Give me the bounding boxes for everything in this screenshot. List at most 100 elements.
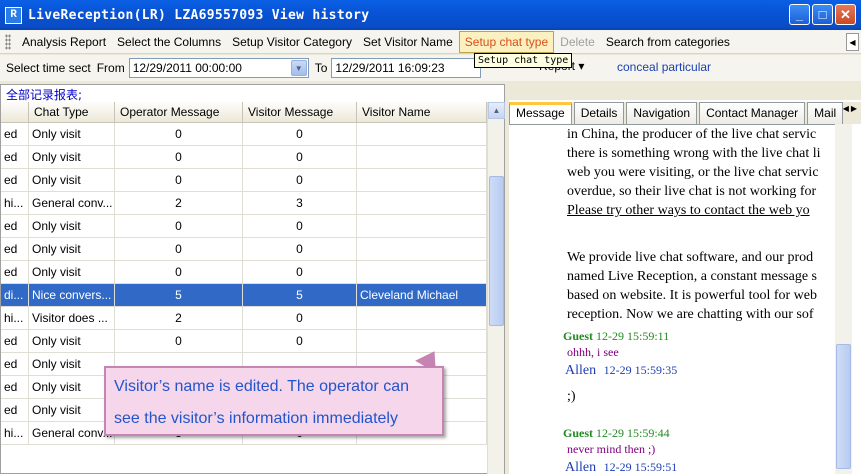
- to-label: To: [314, 61, 328, 75]
- table-cell: [357, 238, 487, 260]
- message-line: there is something wrong with the live c…: [567, 146, 821, 161]
- from-date-value: 12/29/2011 00:00:00: [132, 61, 242, 75]
- table-cell: General conv...: [29, 422, 115, 444]
- tab-details[interactable]: Details: [573, 102, 625, 124]
- table-cell: 0: [243, 330, 357, 352]
- select-time-label: Select time sect: [6, 61, 91, 75]
- table-cell: [357, 169, 487, 191]
- table-cell: 0: [243, 169, 357, 191]
- table-row[interactable]: hi... General conv... 2 3: [1, 192, 487, 215]
- table-cell: Only visit: [29, 376, 115, 398]
- column-header-chat-type[interactable]: Chat Type: [29, 102, 115, 122]
- column-header-visitor-name[interactable]: Visitor Name: [357, 102, 487, 122]
- app-icon: R: [5, 6, 22, 24]
- table-row[interactable]: edOnly visit00: [1, 215, 487, 238]
- filter-bar: Select time sect From 12/29/2011 00:00:0…: [0, 55, 861, 81]
- column-header[interactable]: [1, 102, 29, 122]
- table-cell: [357, 123, 487, 145]
- table-cell: ed: [1, 123, 29, 145]
- tab-left-icon[interactable]: ◀: [843, 104, 849, 113]
- table-row[interactable]: edOnly visit00: [1, 330, 487, 353]
- chat-entry-guest: Guest 12-29 15:59:11: [563, 329, 669, 344]
- chat-text: ohhh, i see: [567, 345, 619, 359]
- table-cell: 0: [115, 169, 243, 191]
- table-cell: 0: [243, 261, 357, 283]
- chat-time: 12-29 15:59:11: [596, 329, 670, 343]
- column-header-operator-message[interactable]: Operator Message: [115, 102, 243, 122]
- menu-delete[interactable]: Delete: [555, 32, 600, 52]
- scroll-thumb[interactable]: [836, 344, 851, 469]
- chat-entry-operator: Allen 12-29 15:59:35: [565, 363, 677, 379]
- table-cell: hi...: [1, 422, 29, 444]
- menu-setup-chat-type[interactable]: Setup chat type: [458, 30, 555, 53]
- chat-time: 12-29 15:59:44: [596, 426, 670, 440]
- tab-contact-manager[interactable]: Contact Manager: [699, 102, 806, 124]
- table-cell: Only visit: [29, 353, 115, 375]
- menu-set-visitor-name[interactable]: Set Visitor Name: [358, 32, 458, 52]
- table-cell: 2: [115, 307, 243, 329]
- grid-scrollbar[interactable]: ▲: [487, 102, 505, 474]
- table-cell: ed: [1, 169, 29, 191]
- table-cell: Only visit: [29, 146, 115, 168]
- table-cell: 0: [243, 238, 357, 260]
- table-cell: ed: [1, 399, 29, 421]
- table-row[interactable]: edOnly visit00: [1, 146, 487, 169]
- table-row[interactable]: di... Nice convers... 5 5 Cleveland Michael: [1, 284, 487, 307]
- message-paragraph-2: We provide live chat software, and our p…: [567, 248, 817, 324]
- close-button[interactable]: ✕: [835, 4, 856, 25]
- table-cell: 5: [115, 284, 243, 306]
- table-cell: ed: [1, 146, 29, 168]
- chat-time: 12-29 15:59:51: [603, 460, 678, 474]
- table-row[interactable]: edOnly visit00: [1, 238, 487, 261]
- table-cell: Only visit: [29, 238, 115, 260]
- menu-setup-visitor-category[interactable]: Setup Visitor Category: [227, 32, 357, 52]
- chat-text: never mind then ;): [567, 442, 656, 456]
- to-date-field[interactable]: 12/29/2011 16:09:23: [331, 58, 482, 78]
- window-controls: _ □ ✕: [789, 4, 856, 25]
- table-row[interactable]: edOnly visit00: [1, 169, 487, 192]
- table-row[interactable]: edOnly visit00: [1, 123, 487, 146]
- menu-analysis-report[interactable]: Analysis Report: [17, 32, 111, 52]
- table-cell: Only visit: [29, 123, 115, 145]
- chat-text: ;): [567, 389, 576, 404]
- message-line: Please try other ways to contact the web…: [567, 203, 810, 218]
- table-cell: Visitor does ...: [29, 307, 115, 329]
- scroll-thumb[interactable]: [489, 176, 504, 326]
- chat-sender: Allen: [565, 363, 597, 378]
- chevron-down-icon[interactable]: ▼: [290, 60, 307, 76]
- chat-time: 12-29 15:59:35: [603, 363, 678, 377]
- maximize-button[interactable]: □: [812, 4, 833, 25]
- toolbar-grip[interactable]: [5, 33, 11, 50]
- tab-navigation[interactable]: Navigation: [626, 102, 698, 124]
- toolbar-overflow-icon[interactable]: ◀: [846, 33, 859, 51]
- detail-tabs: Message Details Navigation Contact Manag…: [509, 102, 861, 124]
- minimize-button[interactable]: _: [789, 4, 810, 25]
- table-cell: 3: [243, 192, 357, 214]
- tab-message[interactable]: Message: [509, 102, 572, 124]
- table-row[interactable]: hi... Visitor does ... 2 0: [1, 307, 487, 330]
- from-date-field[interactable]: 12/29/2011 00:00:00 ▼: [128, 58, 309, 78]
- annotation-callout: Visitor’s name is edited. The operator c…: [104, 366, 444, 436]
- chat-sender: Guest: [563, 329, 593, 343]
- message-scrollbar[interactable]: [835, 124, 852, 474]
- table-cell: 5: [243, 284, 357, 306]
- table-cell: [357, 192, 487, 214]
- chat-sender: Allen: [565, 460, 597, 474]
- table-cell: 0: [115, 123, 243, 145]
- column-header-visitor-message[interactable]: Visitor Message: [243, 102, 357, 122]
- menu-search-categories[interactable]: Search from categories: [601, 32, 735, 52]
- message-line: reception. Now we are chatting with our …: [567, 307, 814, 322]
- table-cell: 0: [115, 261, 243, 283]
- tab-mail[interactable]: Mail: [807, 102, 844, 124]
- report-title: 全部记录报表;: [6, 88, 83, 102]
- menu-select-columns[interactable]: Select the Columns: [112, 32, 226, 52]
- table-row[interactable]: edOnly visit00: [1, 261, 487, 284]
- scroll-up-icon[interactable]: ▲: [488, 102, 505, 119]
- table-cell: 0: [115, 238, 243, 260]
- tab-right-icon[interactable]: ▶: [851, 104, 857, 113]
- tooltip: Setup chat type: [474, 53, 573, 68]
- table-cell: Only visit: [29, 169, 115, 191]
- chat-entry-operator: Allen 12-29 15:59:51: [565, 460, 677, 474]
- conceal-particular-link[interactable]: conceal particular: [617, 60, 711, 74]
- tab-scroll-arrows: ◀ ▶: [843, 104, 857, 113]
